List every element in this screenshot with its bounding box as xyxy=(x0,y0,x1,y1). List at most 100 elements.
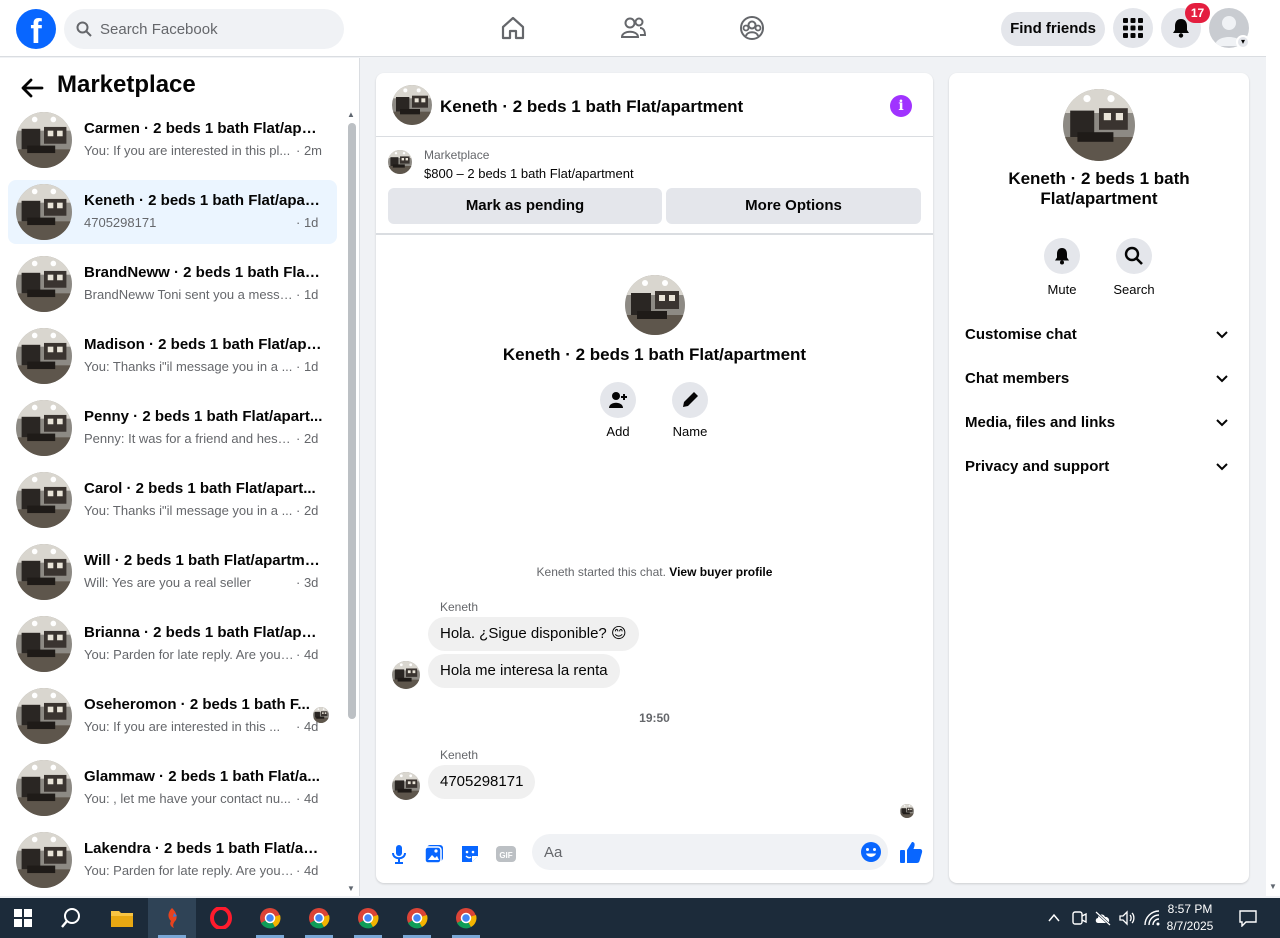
wifi-icon[interactable] xyxy=(1143,909,1161,927)
emoji-icon[interactable] xyxy=(860,841,882,863)
message-bubble[interactable]: 4705298171 xyxy=(428,765,536,799)
section-title: Chat members xyxy=(965,370,1070,387)
chevron-down-icon[interactable]: ▾ xyxy=(1236,35,1250,49)
conversation-preview: Penny: It was for a friend and hes st... xyxy=(84,431,294,446)
chat-members-section[interactable]: Chat members xyxy=(965,364,1235,394)
conversation-time: · 2d xyxy=(296,431,319,446)
taskbar-clock[interactable]: 8:57 PM 8/7/2025 xyxy=(1160,901,1220,935)
conversation-item[interactable]: Glammaw · 2 beds 1 bath Flat/a... You: , … xyxy=(8,756,337,820)
apartment-photo xyxy=(392,661,420,689)
apartment-photo xyxy=(16,472,72,528)
more-options-button[interactable]: More Options xyxy=(666,188,921,224)
message-bubble[interactable]: Hola. ¿Sigue disponible? 😊 xyxy=(428,617,639,651)
customise-chat-section[interactable]: Customise chat xyxy=(965,320,1235,350)
svg-text:GIF: GIF xyxy=(499,851,512,860)
scroll-down-arrow[interactable]: ▼ xyxy=(347,884,355,893)
home-icon[interactable] xyxy=(499,14,527,42)
conversation-item[interactable]: Will · 2 beds 1 bath Flat/apartme... Will… xyxy=(8,540,337,604)
edit-name-button[interactable]: Name xyxy=(655,382,725,439)
search-box[interactable] xyxy=(64,9,344,49)
details-profile-picture[interactable] xyxy=(1063,89,1135,161)
message-bubble[interactable]: Hola me interesa la renta xyxy=(428,654,620,688)
conversation-item[interactable]: Madison · 2 beds 1 bath Flat/apa... You: … xyxy=(8,324,337,388)
conversation-time: · 2d xyxy=(296,503,319,518)
file-explorer-icon[interactable] xyxy=(98,898,146,938)
conversation-item[interactable]: Oseheromon · 2 beds 1 bath F... You: If y… xyxy=(8,684,337,748)
conversation-item[interactable]: Penny · 2 beds 1 bath Flat/apart... Penny… xyxy=(8,396,337,460)
volume-icon[interactable] xyxy=(1118,909,1136,927)
meet-now-icon[interactable] xyxy=(1071,909,1087,927)
conversation-item[interactable]: Carol · 2 beds 1 bath Flat/apart... You: … xyxy=(8,468,337,532)
listing-thumbnail xyxy=(16,616,72,672)
view-buyer-profile-link[interactable]: View buyer profile xyxy=(669,565,772,579)
listing-small-thumbnail[interactable] xyxy=(388,150,412,174)
conversation-time: · 3d xyxy=(296,575,319,590)
message-input[interactable] xyxy=(532,834,888,870)
chat-panel: Keneth · 2 beds 1 bath Flat/apartment i … xyxy=(376,73,933,883)
message-sender: Keneth xyxy=(440,600,479,614)
windows-start-icon[interactable] xyxy=(14,909,32,927)
chat-title[interactable]: Keneth · 2 beds 1 bath Flat/apartment xyxy=(440,97,743,117)
chevron-up-icon[interactable] xyxy=(1047,911,1061,925)
find-friends-button[interactable]: Find friends xyxy=(1001,12,1105,46)
microphone-icon[interactable] xyxy=(388,843,410,865)
cloud-offline-icon[interactable] xyxy=(1094,910,1112,926)
apartment-photo xyxy=(16,328,72,384)
opera-icon[interactable] xyxy=(197,898,245,938)
listing-thumbnail xyxy=(16,688,72,744)
friends-icon[interactable] xyxy=(619,14,647,42)
chrome-icon[interactable] xyxy=(246,898,294,938)
sidebar-title: Marketplace xyxy=(57,71,196,98)
sender-avatar[interactable] xyxy=(392,772,420,800)
notification-center-icon[interactable] xyxy=(1238,909,1258,927)
chat-profile-picture[interactable] xyxy=(625,275,685,335)
menu-button[interactable] xyxy=(1113,8,1153,48)
conversation-item[interactable]: Keneth · 2 beds 1 bath Flat/apart... 4705… xyxy=(8,180,337,244)
chrome-icon[interactable] xyxy=(295,898,343,938)
gif-icon[interactable]: GIF xyxy=(495,843,517,865)
groups-icon[interactable] xyxy=(738,14,766,42)
add-people-button[interactable]: Add xyxy=(583,382,653,439)
top-navigation-bar: f Find friends 17 ▾ xyxy=(0,0,1266,57)
search-in-chat-button[interactable]: Search xyxy=(1104,238,1164,297)
search-input[interactable] xyxy=(100,9,330,49)
facebook-logo[interactable]: f xyxy=(16,9,56,49)
mark-as-pending-button[interactable]: Mark as pending xyxy=(388,188,662,224)
conversation-item[interactable]: Lakendra · 2 beds 1 bath Flat/ap... You: … xyxy=(8,828,337,892)
chevron-down-icon xyxy=(1216,331,1228,339)
conversation-preview: You: If you are interested in this pl... xyxy=(84,143,291,158)
conversation-item[interactable]: Carmen · 2 beds 1 bath Flat/apar... You: … xyxy=(8,108,337,172)
chevron-down-icon xyxy=(1216,463,1228,471)
privacy-support-section[interactable]: Privacy and support xyxy=(965,452,1235,482)
app-icon[interactable] xyxy=(148,898,196,938)
listing-thumbnail xyxy=(16,544,72,600)
listing-price-title[interactable]: $800 – 2 beds 1 bath Flat/apartment xyxy=(424,166,634,181)
sidebar-scrollbar[interactable] xyxy=(348,123,356,719)
scroll-up-arrow[interactable]: ▲ xyxy=(347,110,355,119)
info-icon[interactable]: i xyxy=(890,95,912,117)
search-label: Search xyxy=(1113,282,1155,297)
page-scrollbar[interactable]: ▼ xyxy=(1266,0,1280,896)
photo-icon[interactable] xyxy=(423,843,445,865)
listing-thumbnail xyxy=(16,256,72,312)
mute-button[interactable]: Mute xyxy=(1032,238,1092,297)
apartment-photo xyxy=(392,772,420,800)
listing-thumbnail xyxy=(16,328,72,384)
apartment-photo xyxy=(313,707,329,723)
timestamp-separator: 19:50 xyxy=(639,711,670,725)
mute-label: Mute xyxy=(1047,282,1077,297)
sender-avatar[interactable] xyxy=(392,661,420,689)
chrome-icon[interactable] xyxy=(344,898,392,938)
conversation-item[interactable]: Brianna · 2 beds 1 bath Flat/apar... You:… xyxy=(8,612,337,676)
conversation-item[interactable]: BrandNeww · 2 beds 1 bath Flat/... BrandN… xyxy=(8,252,337,316)
media-files-links-section[interactable]: Media, files and links xyxy=(965,408,1235,438)
listing-thumbnail[interactable] xyxy=(392,85,432,125)
chrome-icon[interactable] xyxy=(442,898,490,938)
conversation-preview: 4705298171 xyxy=(84,215,157,230)
taskbar-search-icon[interactable] xyxy=(60,907,82,929)
chrome-icon[interactable] xyxy=(393,898,441,938)
thumbs-up-icon[interactable] xyxy=(898,839,924,865)
sticker-icon[interactable] xyxy=(459,843,481,865)
back-arrow-icon[interactable] xyxy=(18,74,46,102)
grid-menu-icon xyxy=(1123,18,1143,38)
